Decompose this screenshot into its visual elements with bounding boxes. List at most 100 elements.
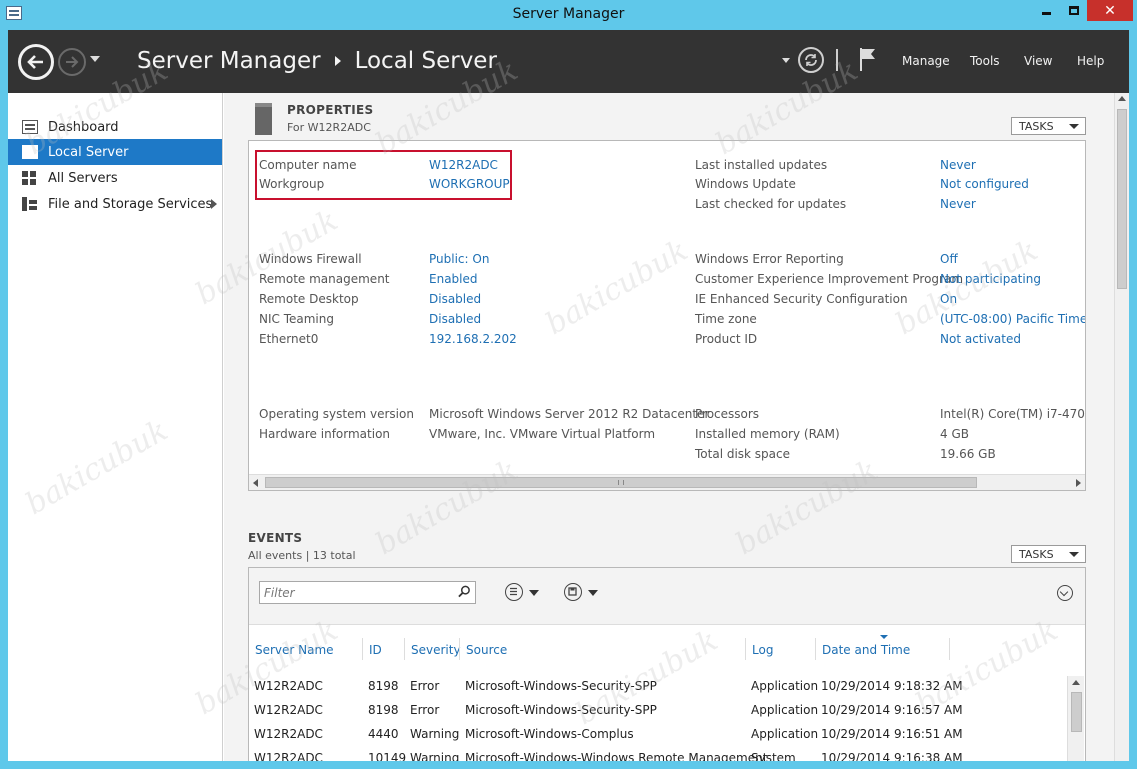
cell-source: Microsoft-Windows-Security-SPP	[465, 703, 657, 717]
sidebar-item-all-servers[interactable]: All Servers	[8, 165, 222, 191]
column-divider[interactable]	[815, 638, 816, 660]
breadcrumb-dropdown-icon[interactable]	[782, 58, 790, 63]
search-icon[interactable]	[458, 585, 471, 598]
close-button[interactable]: ✕	[1087, 0, 1133, 21]
cell-date: 10/29/2014 9:16:57 AM	[821, 703, 963, 717]
main-content: PROPERTIES For W12R2ADC TASKS Computer n…	[224, 93, 1114, 761]
sidebar: Dashboard Local Server All Servers File …	[8, 93, 223, 761]
scroll-up-icon[interactable]	[1072, 680, 1080, 685]
horizontal-scrollbar[interactable]	[249, 474, 1085, 490]
cell-id: 4440	[368, 727, 399, 741]
properties-panel: Computer name W12R2ADC Workgroup WORKGRO…	[248, 140, 1086, 491]
menu-manage[interactable]: Manage	[902, 54, 950, 68]
minimize-icon	[1042, 12, 1051, 15]
notifications-flag-icon[interactable]	[858, 46, 878, 72]
cell-server: W12R2ADC	[254, 703, 323, 717]
property-label: Computer name	[259, 158, 357, 172]
tasks-label: TASKS	[1019, 547, 1054, 561]
close-icon: ✕	[1104, 2, 1116, 19]
last-installed-link[interactable]: Never	[940, 158, 976, 172]
property-label: Operating system version	[259, 407, 414, 421]
nic-teaming-link[interactable]: Disabled	[429, 312, 481, 326]
forward-button[interactable]	[58, 48, 86, 76]
column-divider[interactable]	[745, 638, 746, 660]
refresh-button[interactable]	[798, 47, 824, 73]
expand-collapse-icon[interactable]	[1057, 585, 1073, 601]
ie-esc-link[interactable]: On	[940, 292, 957, 306]
scroll-up-icon[interactable]	[1118, 96, 1126, 101]
property-label: IE Enhanced Security Configuration	[695, 292, 908, 306]
remote-desktop-link[interactable]: Disabled	[429, 292, 481, 306]
time-zone-link[interactable]: (UTC-08:00) Pacific Time (U	[940, 312, 1085, 326]
scrollbar-thumb[interactable]	[1071, 692, 1082, 732]
error-reporting-link[interactable]: Off	[940, 252, 958, 266]
processors-value: Intel(R) Core(TM) i7-4700H	[940, 407, 1086, 421]
expand-arrow-icon[interactable]	[211, 199, 217, 209]
filter-input[interactable]: Filter	[259, 581, 476, 604]
scrollbar-thumb[interactable]	[1117, 109, 1127, 289]
workgroup-link[interactable]: WORKGROUP	[429, 177, 510, 191]
minimize-button[interactable]	[1033, 0, 1060, 21]
sidebar-item-local-server[interactable]: Local Server	[8, 139, 222, 165]
property-label: Time zone	[695, 312, 757, 326]
column-log[interactable]: Log	[752, 643, 773, 657]
back-button[interactable]	[18, 44, 54, 80]
table-row[interactable]: W12R2ADC 4440 Warning Microsoft-Windows-…	[249, 723, 1069, 747]
breadcrumb-current: Local Server	[354, 48, 497, 74]
table-row[interactable]: W12R2ADC 8198 Error Microsoft-Windows-Se…	[249, 675, 1069, 699]
property-label: Ethernet0	[259, 332, 319, 346]
product-id-link[interactable]: Not activated	[940, 332, 1021, 346]
cell-id: 10149	[368, 751, 407, 761]
sidebar-item-file-storage[interactable]: File and Storage Services	[8, 191, 222, 217]
events-panel: Filter Server Name ID Severity Source Lo…	[248, 567, 1086, 761]
column-severity[interactable]: Severity	[411, 643, 461, 657]
properties-tasks-button[interactable]: TASKS	[1011, 117, 1086, 135]
maximize-icon	[1068, 6, 1079, 15]
column-divider[interactable]	[459, 638, 460, 660]
ceip-link[interactable]: Not participating	[940, 272, 1041, 286]
property-label: Windows Update	[695, 177, 796, 191]
column-date-time[interactable]: Date and Time	[822, 643, 910, 657]
firewall-link[interactable]: Public: On	[429, 252, 489, 266]
window-title: Server Manager	[512, 6, 625, 22]
memory-value: 4 GB	[940, 427, 969, 441]
save-query-button[interactable]	[564, 582, 604, 602]
breadcrumb-root[interactable]: Server Manager	[137, 48, 321, 74]
computer-name-link[interactable]: W12R2ADC	[429, 158, 498, 172]
cell-severity: Error	[410, 703, 440, 717]
cell-date: 10/29/2014 9:16:38 AM	[821, 751, 963, 761]
last-checked-link[interactable]: Never	[940, 197, 976, 211]
scroll-right-icon[interactable]	[1076, 479, 1081, 487]
table-row[interactable]: W12R2ADC 8198 Error Microsoft-Windows-Se…	[249, 699, 1069, 723]
menu-view[interactable]: View	[1024, 54, 1052, 68]
refresh-icon	[805, 54, 817, 66]
table-row[interactable]: W12R2ADC 10149 Warning Microsoft-Windows…	[249, 747, 1069, 761]
column-divider[interactable]	[949, 638, 950, 660]
column-id[interactable]: ID	[369, 643, 382, 657]
windows-update-link[interactable]: Not configured	[940, 177, 1029, 191]
column-server-name[interactable]: Server Name	[255, 643, 334, 657]
main-vertical-scrollbar[interactable]	[1114, 93, 1129, 761]
scroll-left-icon[interactable]	[253, 479, 258, 487]
scrollbar-thumb[interactable]	[265, 477, 977, 488]
events-vertical-scrollbar[interactable]	[1067, 676, 1084, 761]
cell-severity: Warning	[410, 751, 460, 761]
save-icon	[564, 583, 582, 601]
cell-severity: Warning	[410, 727, 460, 741]
query-options-button[interactable]	[505, 582, 545, 602]
menu-help[interactable]: Help	[1077, 54, 1104, 68]
column-divider[interactable]	[404, 638, 405, 660]
history-dropdown-icon[interactable]	[90, 56, 100, 62]
column-divider[interactable]	[362, 638, 363, 660]
column-source[interactable]: Source	[466, 643, 507, 657]
menu-tools[interactable]: Tools	[970, 54, 1000, 68]
remote-management-link[interactable]: Enabled	[429, 272, 478, 286]
sidebar-item-dashboard[interactable]: Dashboard	[8, 114, 222, 140]
maximize-button[interactable]	[1060, 0, 1087, 21]
cell-severity: Error	[410, 679, 440, 693]
properties-subtitle: For W12R2ADC	[287, 121, 371, 134]
ethernet-link[interactable]: 192.168.2.202	[429, 332, 517, 346]
header-bar: Server Manager Local Server Manage Tools…	[8, 30, 1129, 93]
cell-server: W12R2ADC	[254, 679, 323, 693]
events-tasks-button[interactable]: TASKS	[1011, 545, 1086, 563]
